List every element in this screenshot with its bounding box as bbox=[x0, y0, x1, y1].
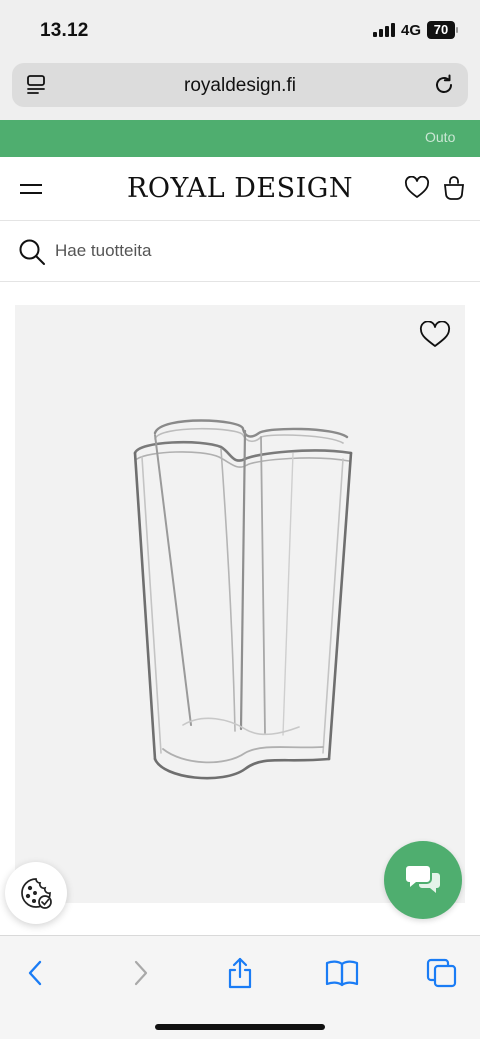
share-icon bbox=[228, 957, 252, 989]
status-time: 13.12 bbox=[40, 20, 89, 41]
wishlist-heart-icon[interactable] bbox=[419, 320, 451, 354]
chat-bubbles-icon bbox=[406, 866, 440, 893]
network-type: 4G bbox=[400, 21, 421, 39]
cookie-icon bbox=[21, 878, 52, 909]
chat-button[interactable] bbox=[384, 841, 462, 919]
search-icon[interactable] bbox=[18, 238, 46, 271]
shopping-bag-icon[interactable] bbox=[442, 175, 466, 206]
cookie-settings-button[interactable] bbox=[5, 862, 67, 924]
tabs-button[interactable] bbox=[422, 956, 462, 990]
search-bar bbox=[0, 222, 480, 282]
battery-icon: 70 bbox=[427, 21, 458, 39]
vase-icon bbox=[133, 413, 359, 798]
back-icon bbox=[28, 960, 42, 986]
home-indicator[interactable] bbox=[155, 1024, 325, 1030]
reload-icon[interactable] bbox=[432, 73, 456, 102]
browser-toolbar bbox=[0, 935, 480, 1039]
address-bar[interactable]: royaldesign.fi bbox=[12, 63, 468, 107]
announcement-text: Outo bbox=[425, 129, 456, 145]
status-bar: 13.12 4G 70 bbox=[0, 0, 480, 56]
share-button[interactable] bbox=[220, 956, 260, 990]
search-input[interactable] bbox=[55, 239, 435, 263]
bookmarks-icon bbox=[325, 960, 359, 987]
signal-icon bbox=[372, 23, 395, 37]
status-indicators: 4G 70 bbox=[372, 21, 458, 39]
back-button[interactable] bbox=[16, 956, 56, 990]
heart-icon[interactable] bbox=[404, 175, 430, 205]
forward-icon bbox=[134, 960, 148, 986]
product-image[interactable] bbox=[15, 305, 465, 903]
browser-top-bar: royaldesign.fi bbox=[0, 56, 480, 120]
bookmarks-button[interactable] bbox=[322, 956, 362, 990]
announcement-bar[interactable]: Outo bbox=[0, 120, 480, 157]
tabs-icon bbox=[426, 958, 457, 988]
battery-level: 70 bbox=[427, 21, 455, 39]
forward-button[interactable] bbox=[120, 956, 160, 990]
url-text[interactable]: royaldesign.fi bbox=[12, 75, 468, 97]
site-header: ROYAL DESIGN bbox=[0, 157, 480, 221]
